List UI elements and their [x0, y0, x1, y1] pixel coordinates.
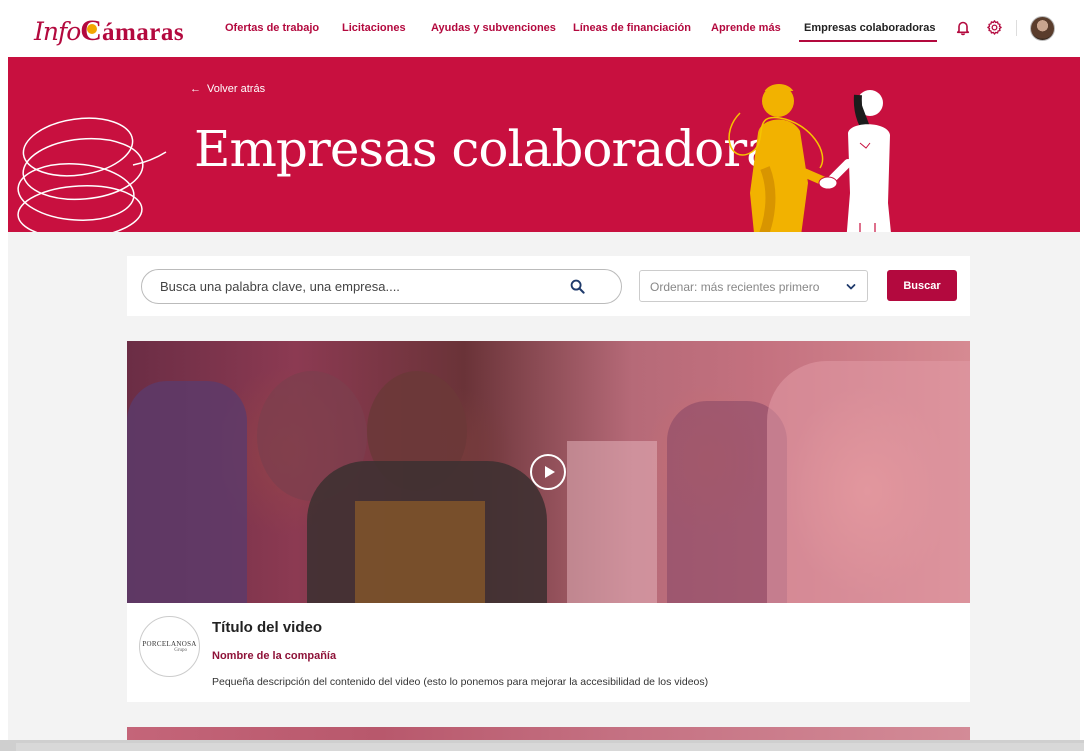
search-icon[interactable]: [570, 279, 585, 294]
sort-select-value: Ordenar: más recientes primero: [650, 280, 820, 294]
sort-select[interactable]: Ordenar: más recientes primero: [639, 270, 868, 302]
video-thumbnail[interactable]: [127, 341, 970, 603]
search-button[interactable]: Buscar: [887, 270, 957, 301]
nav-empresas-colaboradoras[interactable]: Empresas colaboradoras: [804, 22, 935, 34]
nav-ayudas-y-subvenciones[interactable]: Ayudas y subvenciones: [431, 22, 556, 34]
search-panel: Ordenar: más recientes primero Buscar: [127, 256, 970, 316]
active-nav-underline: [799, 40, 937, 42]
thumb-person-left: [127, 381, 247, 603]
arrow-left-icon: ←: [190, 83, 201, 95]
company-name-link[interactable]: Nombre de la compañía: [212, 650, 336, 662]
bell-icon[interactable]: [956, 20, 970, 36]
video-card[interactable]: PORCELANOSA Grupo Título del video Nombr…: [127, 341, 970, 702]
thumb-background-shelf: [567, 441, 657, 603]
logo-text-info: Info: [34, 17, 81, 46]
top-navigation-bar: Info C ámaras Ofertas de trabajo Licitac…: [8, 0, 1084, 57]
company-logo: PORCELANOSA Grupo: [139, 616, 200, 677]
search-input[interactable]: [160, 270, 560, 303]
play-icon: [544, 466, 555, 478]
infocamaras-logo[interactable]: Info C ámaras: [34, 14, 185, 47]
back-link-label: Volver atrás: [207, 83, 266, 95]
hero-banner: ← Volver atrás Empresas colaboradoras: [8, 57, 1084, 232]
app-window: Info C ámaras Ofertas de trabajo Licitac…: [8, 0, 1084, 740]
nav-lineas-de-financiacion[interactable]: Líneas de financiación: [573, 22, 691, 34]
nav-licitaciones[interactable]: Licitaciones: [342, 22, 406, 34]
handshake-illustration-icon: [728, 83, 891, 232]
header-divider: [1016, 20, 1017, 36]
nav-ofertas-de-trabajo[interactable]: Ofertas de trabajo: [225, 22, 319, 34]
back-link[interactable]: ← Volver atrás: [190, 83, 265, 95]
nav-aprende-mas[interactable]: Aprende más: [711, 22, 781, 34]
video-description: Pequeña descripción del contenido del vi…: [212, 676, 709, 688]
user-avatar[interactable]: [1030, 16, 1055, 41]
logo-text-camaras: ámaras: [101, 19, 185, 46]
play-button[interactable]: [530, 454, 566, 490]
logo-text-c: C: [80, 14, 102, 48]
horizontal-scrollbar[interactable]: [16, 743, 1084, 751]
frame-edge: [1080, 0, 1084, 740]
chevron-down-icon: [846, 284, 856, 290]
gear-icon[interactable]: [986, 19, 1003, 36]
thumb-person-far-right: [767, 361, 970, 603]
page-title: Empresas colaboradoras: [194, 120, 801, 178]
search-field: [141, 269, 622, 304]
next-video-card-preview[interactable]: [127, 727, 970, 740]
video-title[interactable]: Título del video: [212, 619, 322, 636]
scribble-decoration-icon: [17, 117, 167, 232]
company-logo-line1: PORCELANOSA: [142, 640, 197, 648]
thumb-yellow-block: [355, 501, 485, 603]
company-logo-line2: Grupo: [174, 648, 187, 653]
